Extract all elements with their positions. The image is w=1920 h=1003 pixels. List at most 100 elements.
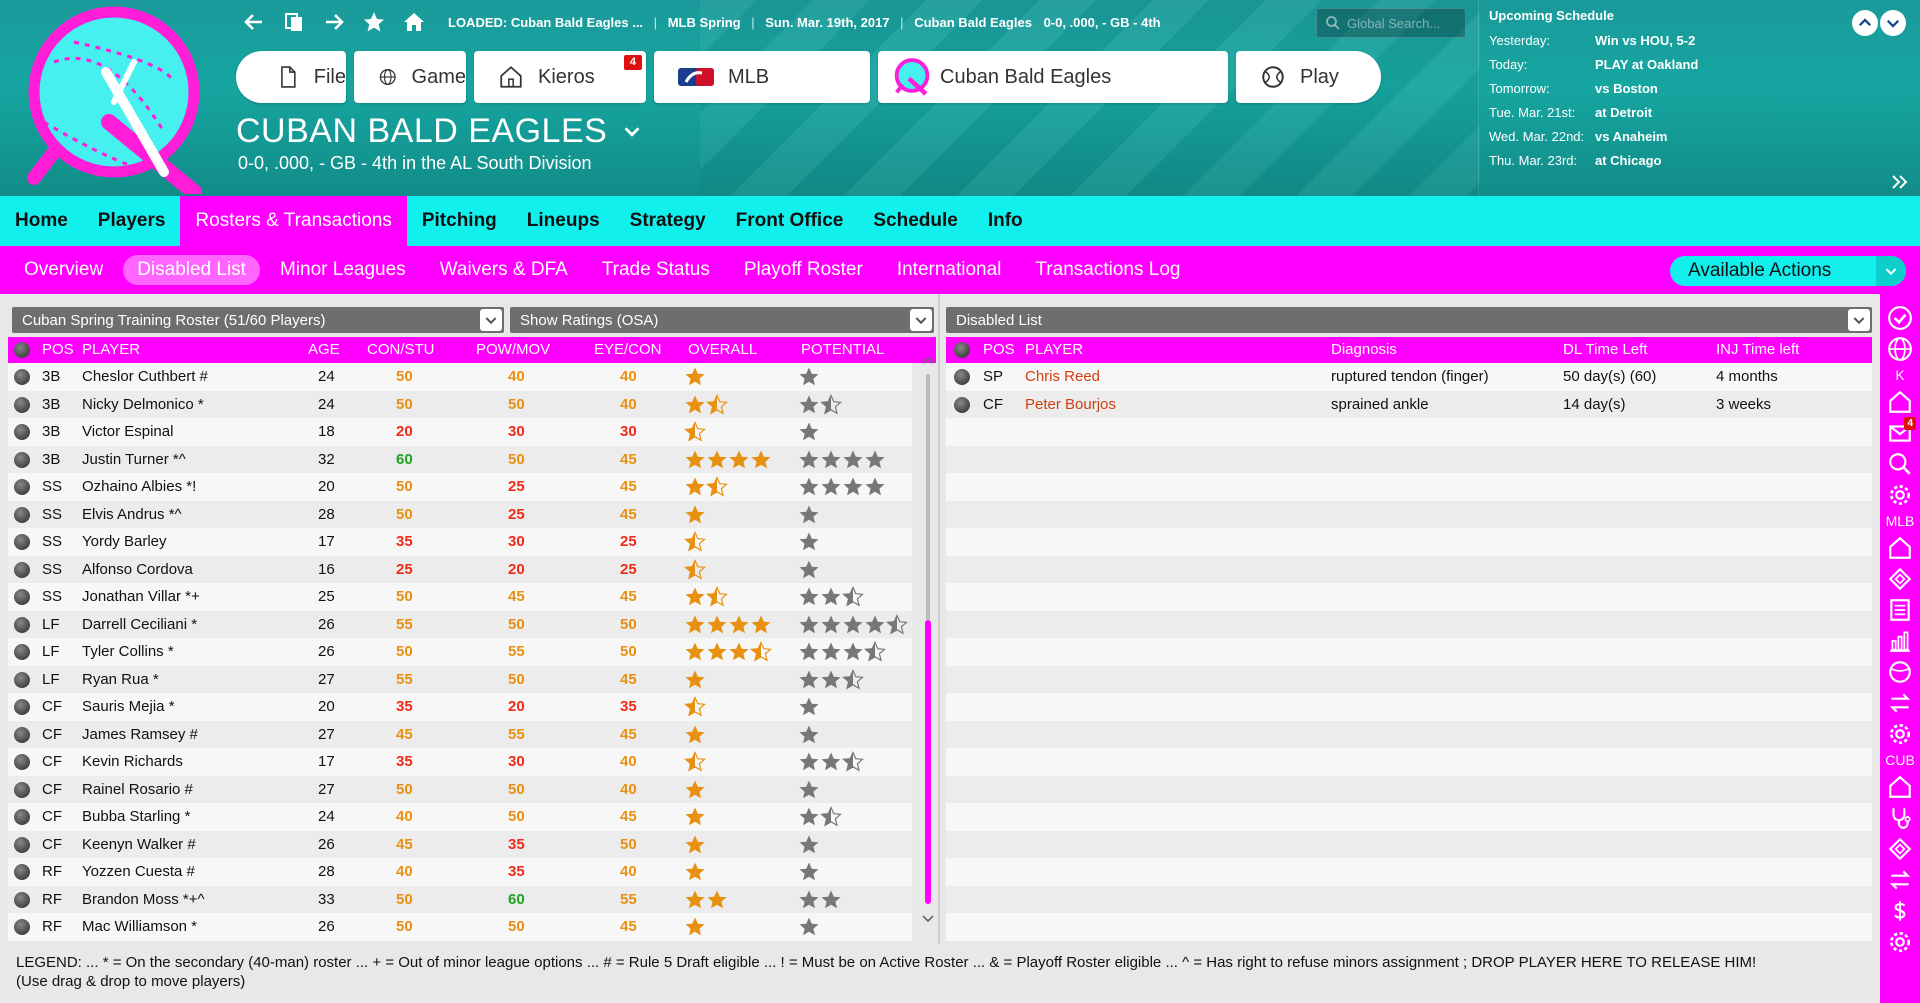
schedule-row[interactable]: Tue. Mar. 21st: at Detroit <box>1489 105 1652 120</box>
player-name[interactable]: Sauris Mejia * <box>82 693 175 720</box>
player-name[interactable]: Jonathan Villar *+ <box>82 583 200 610</box>
check-icon[interactable] <box>1880 302 1920 333</box>
list-select[interactable]: Disabled List <box>946 307 1872 333</box>
file-button[interactable]: File <box>236 51 346 103</box>
player-name[interactable]: Victor Espinal <box>82 418 173 445</box>
chevron-down-icon[interactable] <box>910 309 932 331</box>
chevron-down-icon[interactable] <box>480 309 502 331</box>
roster-select[interactable]: Cuban Spring Training Roster (51/60 Play… <box>12 307 504 333</box>
subnav-disabled-list[interactable]: Disabled List <box>123 255 260 285</box>
dl-row[interactable]: SP Chris Reed ruptured tendon (finger) 50 d… <box>946 363 1872 391</box>
col-inj-time-left[interactable]: INJ Time left <box>1716 337 1799 363</box>
game-button[interactable]: Game <box>354 51 466 103</box>
nav-pitching[interactable]: Pitching <box>407 196 512 246</box>
roster-row[interactable]: 3B Justin Turner *^ 32 60 50 45 <box>8 445 912 473</box>
col-overall[interactable]: OVERALL <box>688 337 757 363</box>
subnav-minor-leagues[interactable]: Minor Leagues <box>266 255 420 285</box>
subnav-transactions-log[interactable]: Transactions Log <box>1021 255 1194 285</box>
player-name[interactable]: Nicky Delmonico * <box>82 391 204 418</box>
col-diagnosis[interactable]: Diagnosis <box>1331 337 1397 363</box>
col-potential[interactable]: POTENTIAL <box>801 337 884 363</box>
player-name[interactable]: Bubba Starling * <box>82 803 190 830</box>
player-name[interactable]: Keenyn Walker # <box>82 831 196 858</box>
row-select-dot[interactable] <box>14 589 30 605</box>
row-select-dot[interactable] <box>14 644 30 660</box>
roster-row[interactable]: SS Yordy Barley 17 35 30 25 <box>8 528 912 556</box>
roster-row[interactable]: CF Bubba Starling * 24 40 50 45 <box>8 803 912 831</box>
nav-info[interactable]: Info <box>973 196 1038 246</box>
stethoscope-icon[interactable] <box>1880 802 1920 833</box>
panel-divider[interactable] <box>938 294 940 944</box>
global-search[interactable] <box>1316 8 1466 38</box>
nav-strategy[interactable]: Strategy <box>615 196 721 246</box>
star-icon[interactable] <box>356 5 392 39</box>
col-con-stu[interactable]: CON/STU <box>367 337 435 363</box>
roster-row[interactable]: CF Rainel Rosario # 27 50 50 40 <box>8 775 912 803</box>
roster-row[interactable]: CF James Ramsey # 27 45 55 45 <box>8 720 912 748</box>
nav-rosters-transactions[interactable]: Rosters & Transactions <box>180 196 407 246</box>
available-actions-button[interactable]: Available Actions <box>1670 256 1906 286</box>
roster-row[interactable]: SS Elvis Andrus *^ 28 50 25 45 <box>8 500 912 528</box>
row-select-dot[interactable] <box>14 616 30 633</box>
subnav-overview[interactable]: Overview <box>10 255 117 285</box>
collapse-header-button[interactable] <box>1852 10 1878 36</box>
subnav-waivers-dfa[interactable]: Waivers & DFA <box>426 255 582 285</box>
roster-row[interactable]: 3B Victor Espinal 18 20 30 30 <box>8 418 912 446</box>
row-select-dot[interactable] <box>14 836 30 853</box>
row-select-dot[interactable] <box>14 369 30 385</box>
col-pow-mov[interactable]: POW/MOV <box>476 337 550 363</box>
player-name[interactable]: Mac Williamson * <box>82 913 197 940</box>
row-select-dot[interactable] <box>14 891 30 908</box>
player-name[interactable]: Ryan Rua * <box>82 666 159 693</box>
schedule-row[interactable]: Thu. Mar. 23rd: at Chicago <box>1489 153 1661 168</box>
schedule-row[interactable]: Today: PLAY at Oakland <box>1489 57 1698 72</box>
home-icon[interactable] <box>396 5 432 39</box>
roster-row[interactable]: RF Brandon Moss *+^ 33 50 60 55 <box>8 885 912 913</box>
subnav-international[interactable]: International <box>883 255 1016 285</box>
col-player[interactable]: PLAYER <box>1025 337 1083 363</box>
player-name[interactable]: Chris Reed <box>1025 363 1100 390</box>
double-chevron-right-icon[interactable] <box>1890 172 1910 192</box>
team-title[interactable]: CUBAN BALD EAGLES <box>236 112 643 151</box>
roster-row[interactable]: LF Ryan Rua * 27 55 50 45 <box>8 665 912 693</box>
player-name[interactable]: James Ramsey # <box>82 721 198 748</box>
row-select-dot[interactable] <box>14 424 30 440</box>
dl-row[interactable]: CF Peter Bourjos sprained ankle 14 day(s) 3 … <box>946 390 1872 418</box>
gear-icon[interactable] <box>1880 479 1920 510</box>
player-name[interactable]: Yozzen Cuesta # <box>82 858 195 885</box>
player-name[interactable]: Yordy Barley <box>82 528 167 555</box>
home-icon[interactable] <box>1880 386 1920 417</box>
list-icon[interactable] <box>1880 594 1920 625</box>
subnav-trade-status[interactable]: Trade Status <box>588 255 724 285</box>
row-select-dot[interactable] <box>14 451 30 468</box>
roster-scrollbar[interactable] <box>920 354 936 926</box>
roster-row[interactable]: 3B Cheslor Cuthbert # 24 50 40 40 <box>8 363 912 391</box>
row-select-dot[interactable] <box>14 506 30 523</box>
home-icon[interactable] <box>1880 771 1920 802</box>
col-pos[interactable]: POS <box>983 337 1015 363</box>
col-age[interactable]: AGE <box>308 337 340 363</box>
roster-row[interactable]: SS Alfonso Cordova 16 25 20 25 <box>8 555 912 583</box>
col-eye-con[interactable]: EYE/CON <box>594 337 662 363</box>
transfer-icon[interactable] <box>1880 687 1920 718</box>
team-button[interactable]: Cuban Bald Eagles <box>878 51 1228 103</box>
gear-icon[interactable] <box>1880 718 1920 749</box>
schedule-row[interactable]: Tomorrow: vs Boston <box>1489 81 1658 96</box>
roster-row[interactable]: CF Kevin Richards 17 35 30 40 <box>8 748 912 776</box>
roster-row[interactable]: LF Darrell Ceciliani * 26 55 50 50 <box>8 610 912 638</box>
row-select-dot[interactable] <box>14 479 30 495</box>
chevron-down-icon[interactable] <box>1848 309 1870 331</box>
row-select-dot[interactable] <box>14 809 30 825</box>
row-select-dot[interactable] <box>14 781 30 798</box>
roster-row[interactable]: RF Yozzen Cuesta # 28 40 35 40 <box>8 858 912 886</box>
nav-home[interactable]: Home <box>0 196 83 246</box>
copy-icon[interactable] <box>276 5 312 39</box>
gear-icon[interactable] <box>1880 926 1920 957</box>
row-select-dot[interactable] <box>14 864 30 880</box>
select-all-dot[interactable] <box>954 342 970 358</box>
mail-icon[interactable]: 4 <box>1880 417 1920 448</box>
transfer-icon[interactable] <box>1880 864 1920 895</box>
row-select-dot[interactable] <box>954 369 970 385</box>
globe-icon[interactable] <box>1880 333 1920 364</box>
schedule-row[interactable]: Wed. Mar. 22nd: vs Anaheim <box>1489 129 1668 144</box>
